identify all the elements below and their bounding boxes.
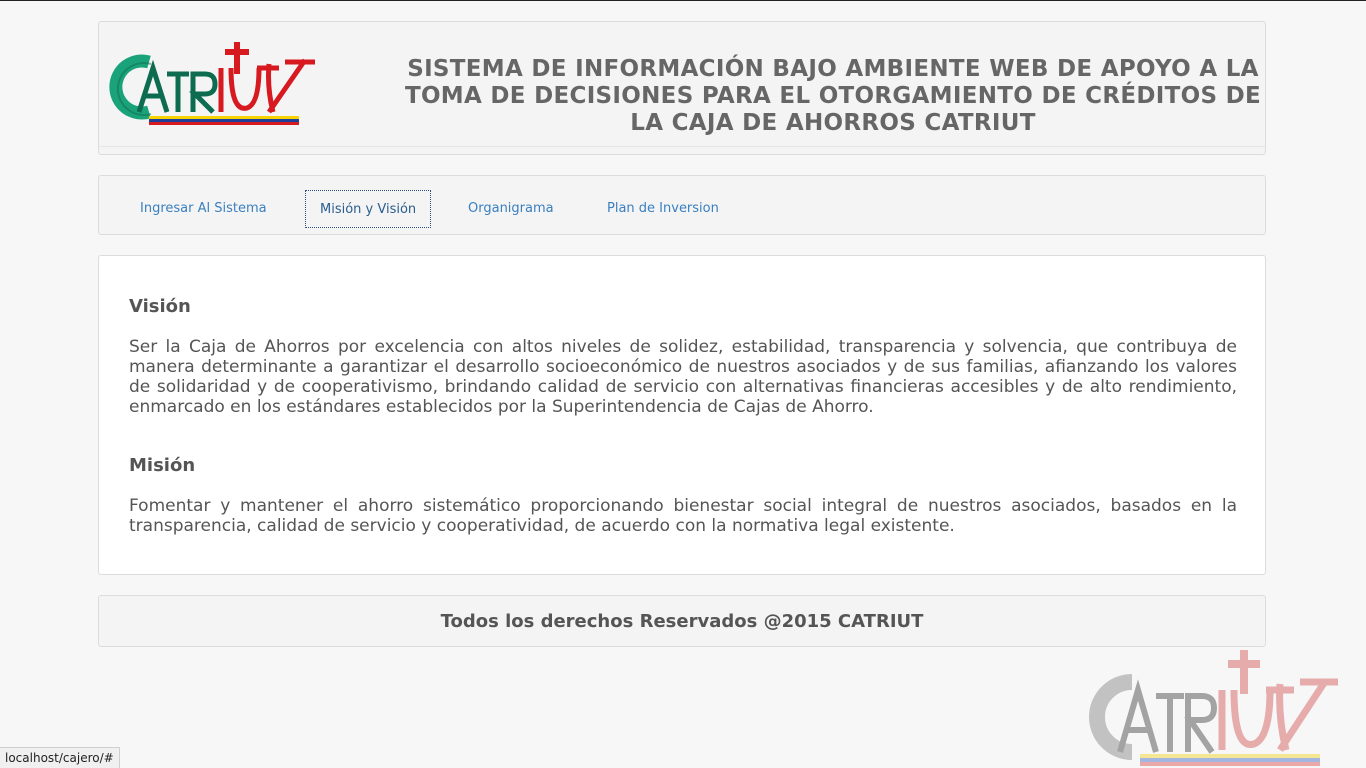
catriut-watermark-logo (1089, 650, 1338, 766)
mision-heading: Misión (129, 455, 196, 476)
vision-heading: Visión (129, 296, 191, 317)
catriut-logo (109, 42, 315, 125)
content-panel: Visión Ser la Caja de Ahorros por excele… (98, 255, 1266, 575)
window-top-border (0, 0, 1366, 1)
copyright-text: Todos los derechos Reservados @2015 CATR… (440, 611, 924, 632)
nav-ingresar-al-sistema[interactable]: Ingresar Al Sistema (126, 190, 281, 228)
mision-text: Fomentar y mantener el ahorro sistemátic… (129, 496, 1237, 536)
page-title: SISTEMA DE INFORMACIÓN BAJO AMBIENTE WEB… (404, 56, 1262, 136)
main-navigation: Ingresar Al Sistema Misión y Visión Orga… (98, 175, 1266, 235)
nav-mision-vision[interactable]: Misión y Visión (305, 190, 432, 228)
site-footer: Todos los derechos Reservados @2015 CATR… (98, 595, 1266, 647)
header-divider (99, 146, 1265, 147)
browser-status-url: localhost/cajero/# (0, 747, 120, 768)
nav-organigrama[interactable]: Organigrama (454, 190, 568, 228)
nav-plan-de-inversion[interactable]: Plan de Inversion (593, 190, 733, 228)
site-header: SISTEMA DE INFORMACIÓN BAJO AMBIENTE WEB… (98, 21, 1266, 155)
vision-text: Ser la Caja de Ahorros por excelencia co… (129, 337, 1237, 417)
